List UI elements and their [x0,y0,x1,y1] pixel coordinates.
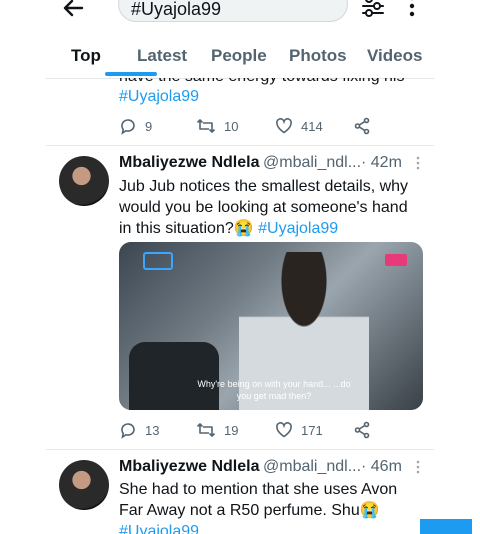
tab-top[interactable]: Top [71,46,101,66]
like-button[interactable]: 171 [275,421,323,439]
heart-icon [275,117,293,135]
media-caption: Why're being on with your hand... ...do … [197,379,351,401]
tweet-time[interactable]: · 42m [361,154,402,172]
media-logo [143,252,173,270]
more-vertical-icon[interactable] [413,460,423,474]
share-icon [353,117,371,135]
tweet-media-image[interactable]: Why're being on with your hand... ...do … [119,242,423,410]
share-icon [353,421,371,439]
more-vertical-icon[interactable] [413,156,423,170]
reply-count: 13 [145,422,160,438]
media-watermark [385,254,407,266]
heart-icon [275,421,293,439]
timeline: have the same energy towards fixing his … [46,78,434,534]
tweet-divider [46,449,434,450]
reply-button[interactable]: 9 [119,117,152,135]
tab-photos[interactable]: Photos [289,46,347,66]
compose-button[interactable] [420,519,472,534]
reply-button[interactable]: 13 [119,421,159,439]
avatar[interactable] [59,460,109,510]
tweet-time[interactable]: · 46m [361,458,402,476]
avatar[interactable] [59,156,109,206]
tweet-hashtag-line: #Uyajola99 [119,86,419,107]
hashtag-link[interactable]: #Uyajola99 [119,523,199,534]
tab-latest[interactable]: Latest [137,46,187,66]
retweet-button[interactable]: 10 [196,117,238,135]
search-input[interactable] [131,0,331,21]
author-name[interactable]: Mbaliyezwe Ndlela [119,458,260,476]
retweet-button[interactable]: 19 [196,421,238,439]
retweet-icon [196,421,216,439]
hashtag-link[interactable]: #Uyajola99 [258,220,338,237]
retweet-count: 19 [224,422,239,438]
retweet-icon [196,117,216,135]
like-count: 414 [301,118,323,134]
tweet-text: She had to mention that she uses Avon Fa… [119,479,419,534]
more-vertical-icon[interactable] [404,0,420,18]
back-arrow-icon[interactable] [60,0,88,22]
top-bar [0,0,480,38]
tweet-text: Jub Jub notices the smallest details, wh… [119,176,419,239]
share-button[interactable] [353,421,371,439]
retweet-count: 10 [224,118,239,134]
like-count: 171 [301,422,323,438]
reply-icon [119,117,137,135]
search-box[interactable] [118,0,348,22]
search-tabs: Top Latest People Photos Videos [46,38,434,79]
tweet-divider [46,145,434,146]
author-handle[interactable]: @mbali_ndl... [263,458,361,476]
reply-count: 9 [145,118,153,134]
hashtag-link[interactable]: #Uyajola99 [119,88,199,105]
reply-icon [119,421,137,439]
sliders-icon[interactable] [360,0,386,18]
like-button[interactable]: 414 [275,117,323,135]
tab-videos[interactable]: Videos [367,46,422,66]
active-tab-indicator [105,72,157,76]
author-name[interactable]: Mbaliyezwe Ndlela [119,154,260,172]
share-button[interactable] [353,117,371,135]
author-handle[interactable]: @mbali_ndl... [263,154,361,172]
tab-people[interactable]: People [211,46,267,66]
tweet-body: She had to mention that she uses Avon Fa… [119,481,398,519]
